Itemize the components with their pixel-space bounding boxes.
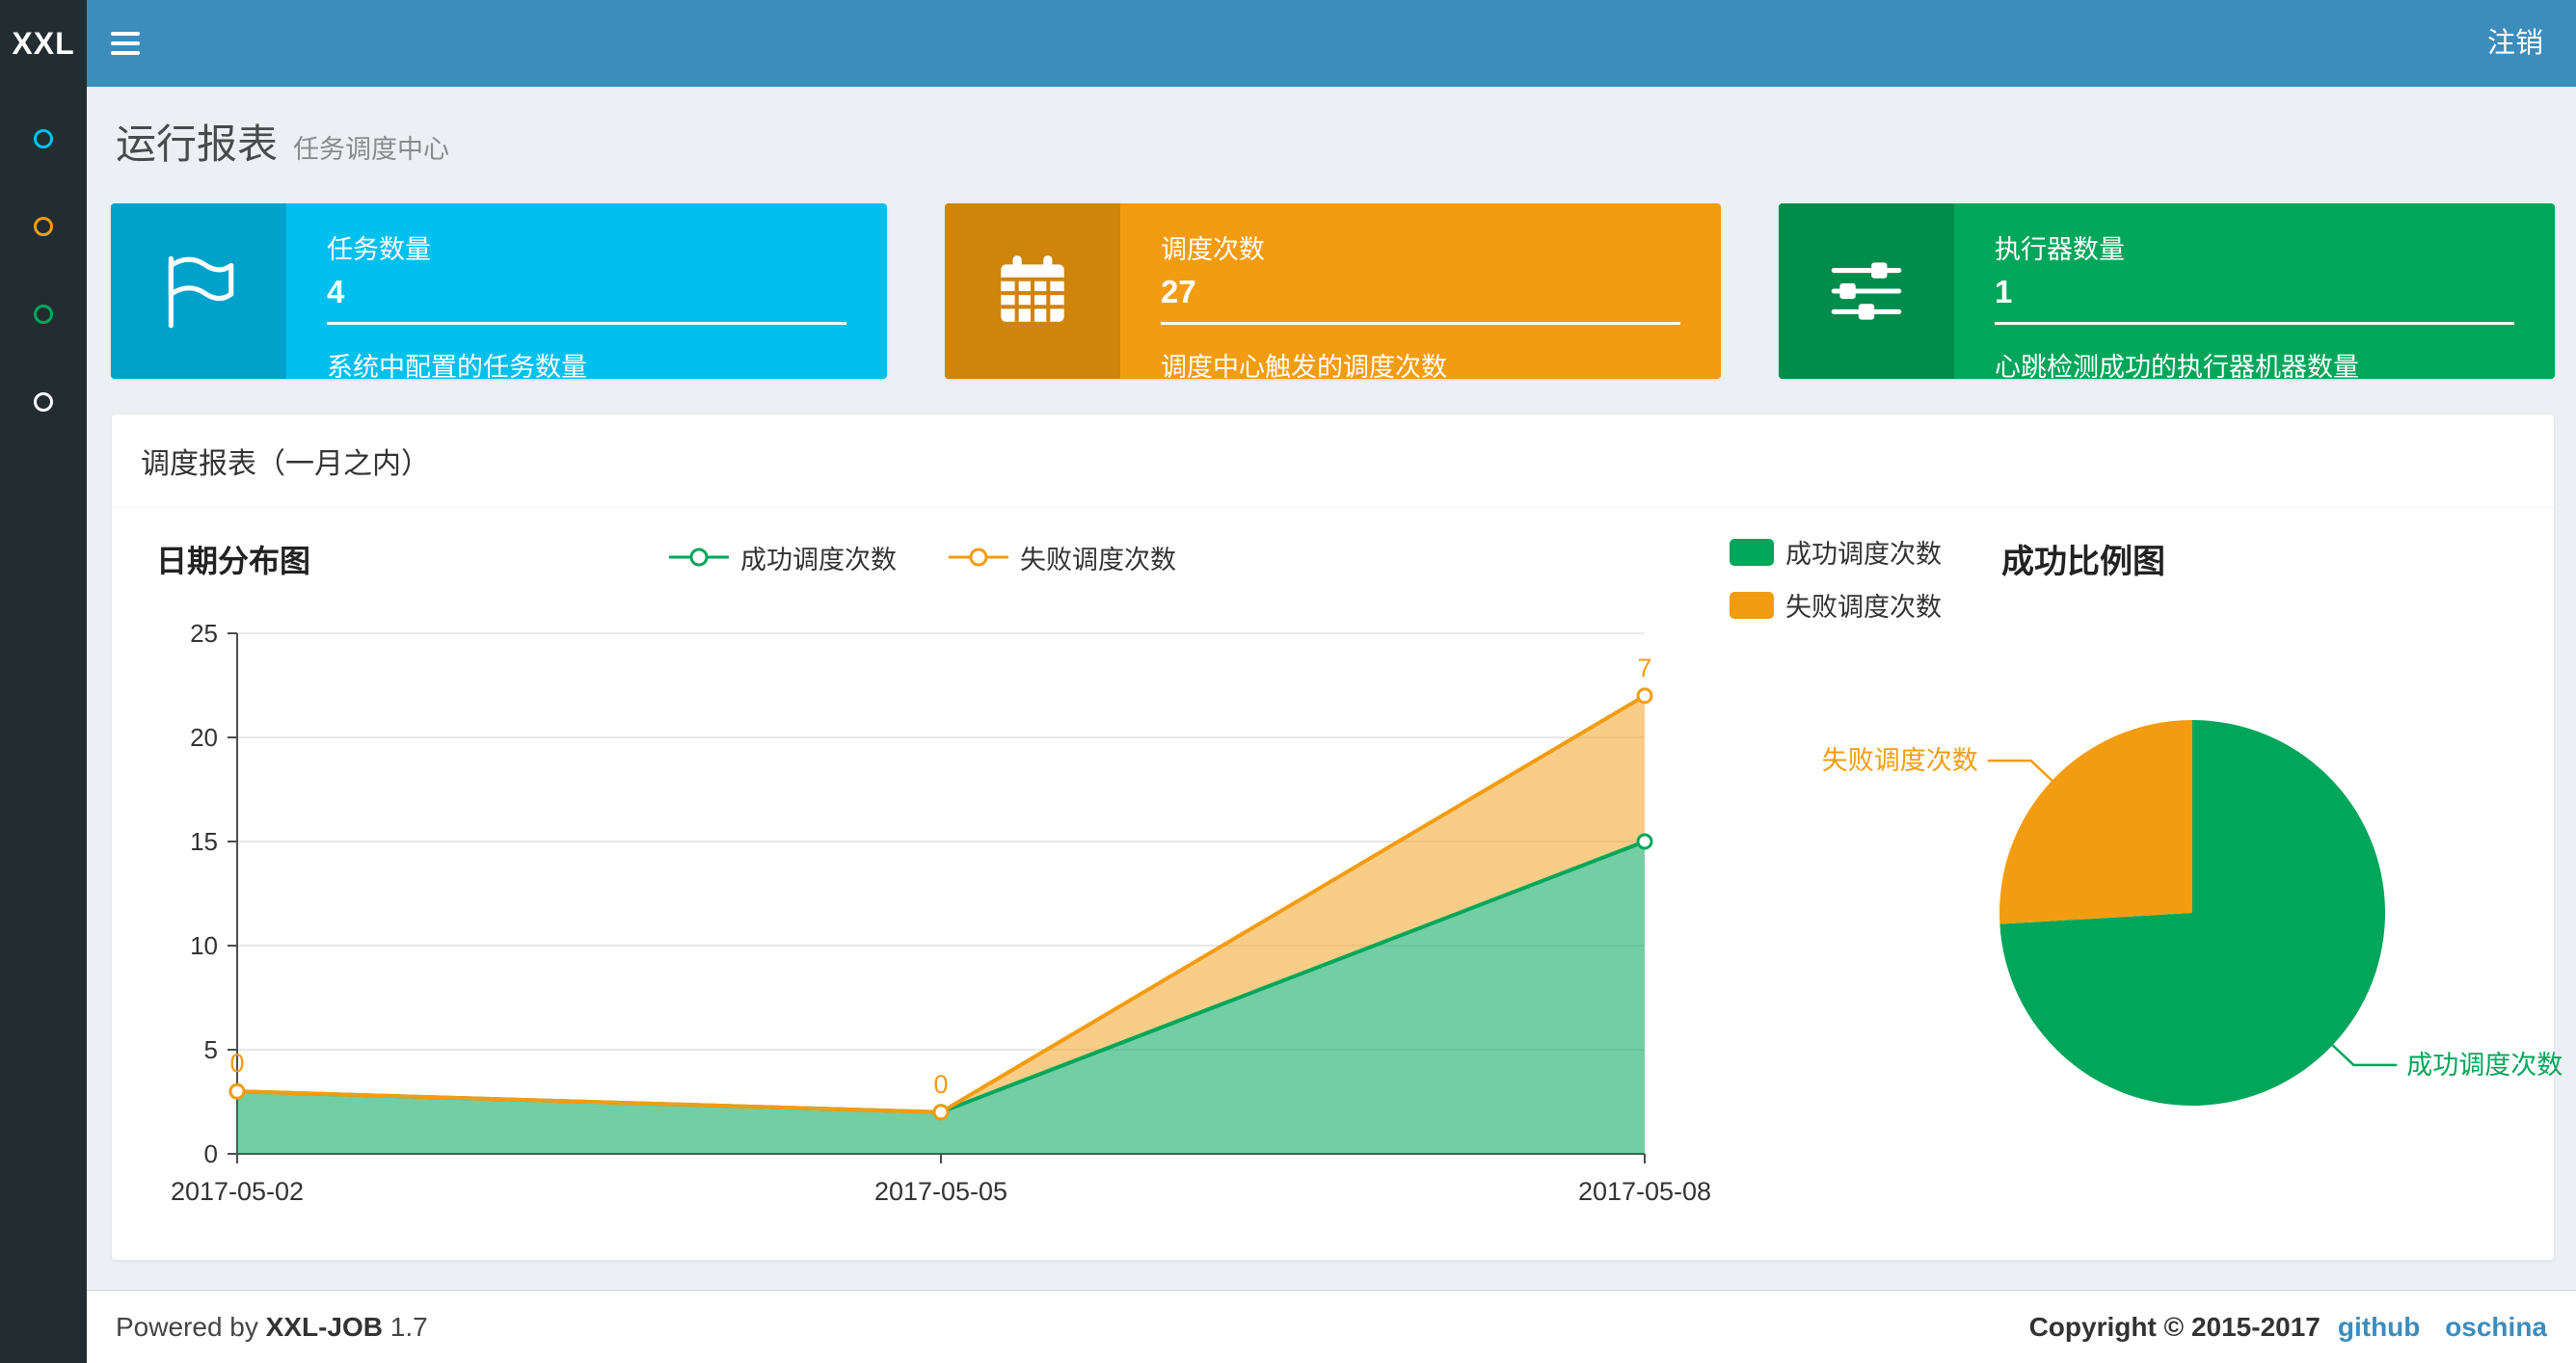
info-box-trigger-count: 调度次数 27 调度中心触发的调度次数 [945, 203, 1721, 379]
svg-text:0: 0 [933, 1070, 948, 1099]
page-footer: Powered by XXL-JOB 1.7 Copyright © 2015-… [87, 1290, 2576, 1363]
sidebar-item-report[interactable] [0, 94, 87, 182]
success-ratio-box: 成功调度次数 失败调度次数 成功比例图 成功调度次数 失败调度次数 [1703, 529, 2563, 1221]
legend-label: 成功调度次数 [1785, 540, 1942, 569]
info-box-executor-count: 执行器数量 1 心跳检测成功的执行器机器数量 [1779, 203, 2555, 379]
line-chart-title: 日期分布图 [156, 544, 311, 578]
page-subtitle: 任务调度中心 [293, 135, 450, 164]
line-marker-icon [949, 548, 1008, 567]
app-logo[interactable]: XXL [0, 0, 87, 87]
info-box-value: 1 [1995, 274, 2013, 309]
sliders-icon [1779, 203, 1954, 379]
svg-text:失败调度次数: 失败调度次数 [1822, 746, 1978, 775]
page-header: 运行报表 任务调度中心 [87, 87, 2576, 188]
info-box-label: 任务数量 [327, 235, 431, 264]
sidebar-nav [0, 87, 87, 1363]
svg-text:0: 0 [204, 1139, 218, 1168]
legend-swatch-icon [1730, 538, 1774, 566]
circle-icon [34, 128, 53, 148]
legend-label: 失败调度次数 [1020, 545, 1176, 575]
schedule-report-panel: 调度报表（一月之内） 日期分布图 成功调度次数 失败调度次数 0 5 10 15… [111, 414, 2563, 1261]
info-box-desc: 心跳检测成功的执行器机器数量 [1995, 353, 2359, 379]
divider [1161, 322, 1680, 325]
svg-text:5: 5 [204, 1035, 218, 1064]
pie-chart-legend: 成功调度次数 失败调度次数 [1730, 533, 1942, 624]
circle-icon [34, 304, 53, 324]
logout-link[interactable]: 注销 [2455, 0, 2576, 87]
divider [1995, 322, 2514, 325]
github-link[interactable]: github [2338, 1312, 2421, 1342]
sidebar-item-executor[interactable] [0, 358, 87, 445]
legend-item-fail[interactable]: 失败调度次数 [1730, 586, 1942, 624]
svg-text:成功调度次数: 成功调度次数 [2406, 1051, 2563, 1080]
page-title: 运行报表 [116, 121, 279, 167]
info-box-label: 调度次数 [1161, 235, 1265, 264]
info-box-value: 27 [1161, 274, 1196, 309]
product-name: XXL-JOB [265, 1311, 384, 1342]
info-box-desc: 调度中心触发的调度次数 [1161, 353, 1447, 379]
svg-text:2017-05-08: 2017-05-08 [1578, 1177, 1711, 1206]
flag-icon [111, 203, 286, 379]
svg-text:25: 25 [190, 619, 218, 648]
sidebar-item-jobs[interactable] [0, 182, 87, 270]
legend-label: 失败调度次数 [1785, 593, 1942, 622]
content-wrapper: 运行报表 任务调度中心 任务数量 4 系统中配置的任务数量 调度次数 27 调度… [87, 87, 2576, 1290]
hamburger-icon [111, 32, 140, 36]
line-chart-legend: 成功调度次数 失败调度次数 [141, 529, 1703, 585]
svg-text:7: 7 [1637, 654, 1651, 682]
svg-text:10: 10 [190, 931, 218, 960]
legend-item-fail[interactable]: 失败调度次数 [947, 539, 1176, 576]
calendar-icon [945, 203, 1120, 379]
sidebar-item-log[interactable] [0, 270, 87, 358]
oschina-link[interactable]: oschina [2445, 1312, 2547, 1342]
success-ratio-chart: 成功调度次数 失败调度次数 [1822, 720, 2563, 1106]
summary-cards: 任务数量 4 系统中配置的任务数量 调度次数 27 调度中心触发的调度次数 执行… [111, 203, 2555, 379]
pie-chart-title: 成功比例图 [2001, 544, 2165, 580]
info-box-desc: 系统中配置的任务数量 [327, 353, 587, 379]
info-box-job-count: 任务数量 4 系统中配置的任务数量 [111, 203, 887, 379]
panel-title: 调度报表（一月之内） [112, 414, 2554, 508]
divider [327, 322, 846, 325]
legend-item-success[interactable]: 成功调度次数 [667, 539, 897, 576]
sidebar-toggle-button[interactable] [87, 0, 164, 87]
legend-item-success[interactable]: 成功调度次数 [1730, 533, 1942, 571]
svg-text:0: 0 [229, 1049, 244, 1078]
powered-by: Powered by XXL-JOB 1.7 [116, 1311, 428, 1342]
info-box-label: 执行器数量 [1995, 235, 2125, 264]
circle-icon [34, 216, 53, 236]
legend-swatch-icon [1730, 591, 1774, 619]
charts-area: 日期分布图 成功调度次数 失败调度次数 0 5 10 15 20 25 2017… [112, 508, 2563, 1260]
svg-text:15: 15 [190, 827, 218, 856]
svg-text:2017-05-05: 2017-05-05 [874, 1177, 1007, 1206]
svg-text:2017-05-02: 2017-05-02 [171, 1177, 304, 1206]
circle-icon [34, 391, 53, 412]
top-navbar: XXL 注销 [0, 0, 2576, 87]
legend-label: 成功调度次数 [740, 545, 897, 575]
line-marker-icon [669, 548, 729, 567]
copyright-text: Copyright © 2015-2017 [2028, 1311, 2321, 1342]
date-distribution-box: 日期分布图 成功调度次数 失败调度次数 0 5 10 15 20 25 2017… [141, 529, 1711, 1221]
date-distribution-chart: 05101520252017-05-02 2017-05-05 2017-05-08… [171, 619, 1711, 1206]
info-box-value: 4 [327, 274, 345, 309]
svg-text:20: 20 [190, 723, 218, 752]
product-version: 1.7 [389, 1311, 428, 1342]
